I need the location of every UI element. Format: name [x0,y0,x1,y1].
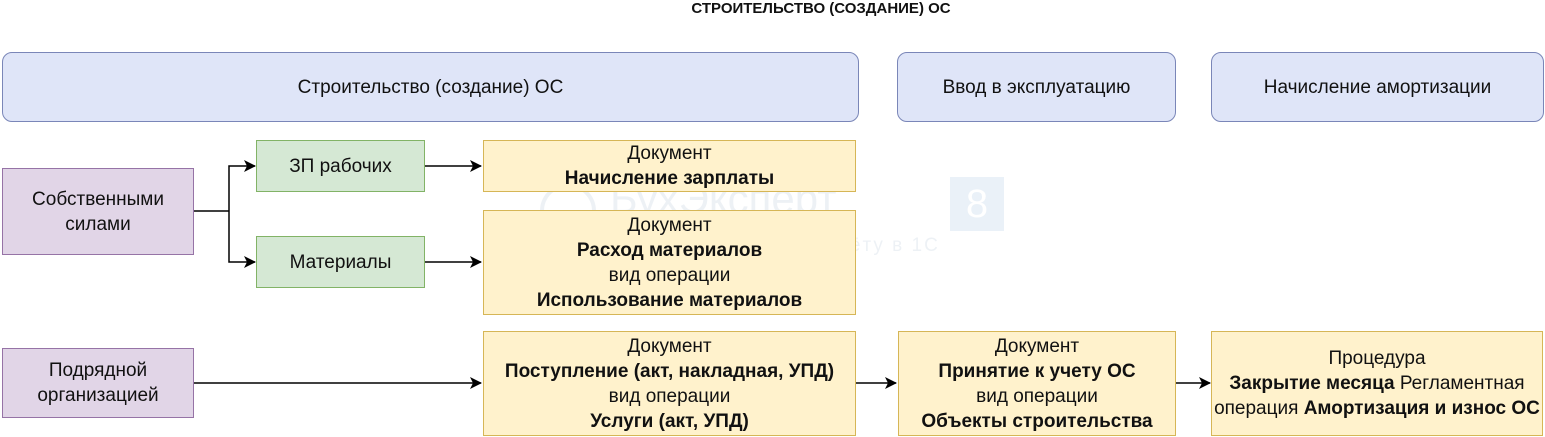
doc-materials-op-name: Использование материалов [536,289,803,311]
own-forces-line2: силами [65,213,131,235]
doc-acceptance-op-label: вид операции [976,385,1098,407]
doc-materials-op-label: вид операции [608,264,731,286]
procedure-body: Закрытие месяца Регламентная операция Ам… [1212,371,1542,421]
procedure-kind: Процедура [1328,348,1426,369]
doc-receipt-op-name: Услуги (акт, УПД) [590,410,749,432]
doc-receipt-op-label: вид операции [608,385,731,407]
own-forces-line1: Собственными [32,188,164,210]
doc-acceptance: Документ Принятие к учету ОС вид операци… [898,331,1176,436]
doc-materials-kind: Документ [627,214,712,236]
node-contractor: Подрядной организацией [2,348,194,418]
doc-acceptance-name: Принятие к учету ОС [938,360,1136,382]
doc-receipt-kind: Документ [627,335,712,357]
doc-procedure: Процедура Закрытие месяца Регламентная о… [1211,331,1543,436]
doc-receipt: Документ Поступление (акт, накладная, УП… [483,331,856,436]
contractor-line1: Подрядной [48,360,148,381]
doc-materials: Документ Расход материалов вид операции … [483,210,856,315]
procedure-name2: Амортизация и износ ОС [1303,398,1540,419]
procedure-name: Закрытие месяца [1229,373,1395,394]
doc-acceptance-op-name: Объекты строительства [921,410,1153,432]
doc-payroll: Документ Начисление зарплаты [483,140,856,192]
doc-payroll-kind: Документ [627,143,712,164]
node-wages: ЗП рабочих [256,140,425,192]
doc-payroll-name: Начисление зарплаты [564,168,775,189]
doc-receipt-name: Поступление (акт, накладная, УПД) [504,360,835,382]
node-materials: Материалы [256,236,425,288]
node-own-forces: Собственными силами [2,168,194,255]
doc-materials-name: Расход материалов [576,239,763,261]
materials-label: Материалы [289,251,392,273]
link-own-forces-to-wages [228,160,256,211]
contractor-line2: организацией [37,385,159,406]
link-own-forces-to-materials [228,211,256,268]
wages-label: ЗП рабочих [289,155,392,177]
doc-acceptance-kind: Документ [994,335,1080,357]
